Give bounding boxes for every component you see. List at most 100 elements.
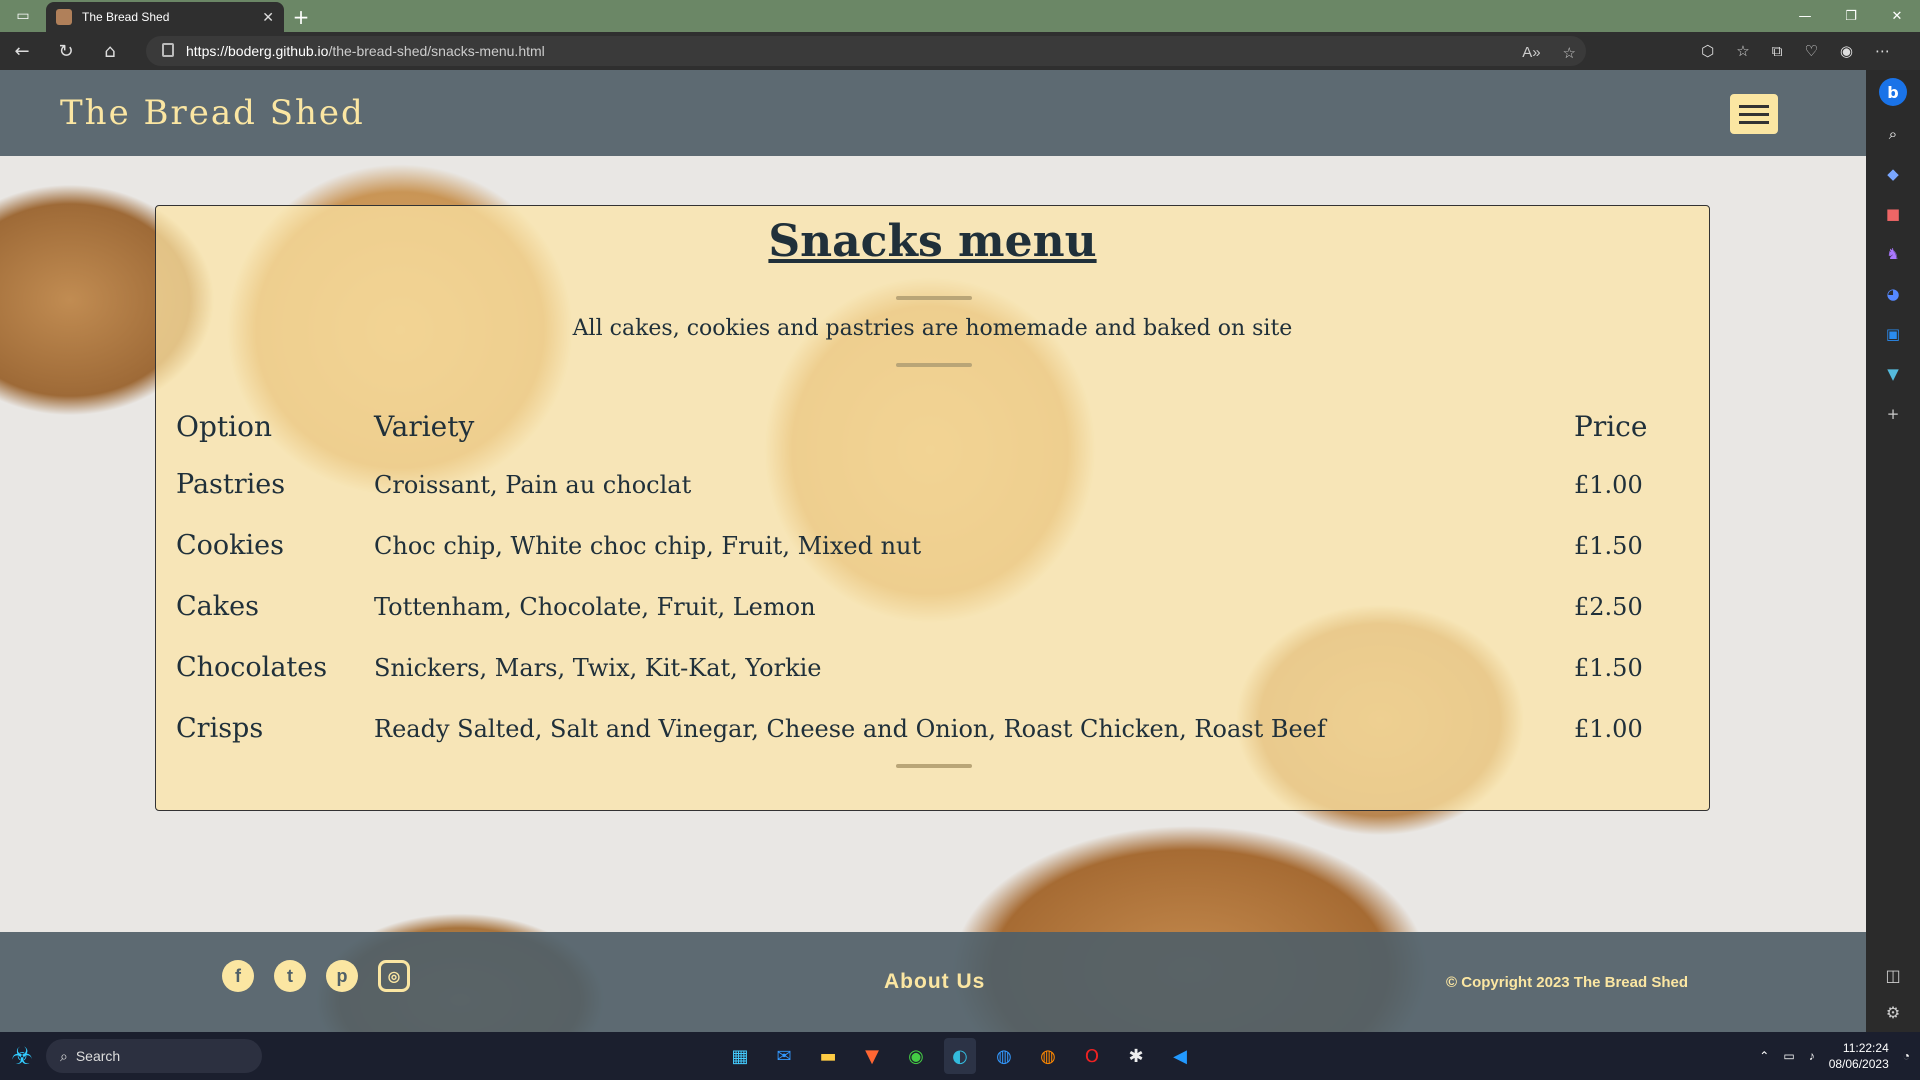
column-header-price: Price [1574, 409, 1648, 443]
more-options-icon[interactable]: ⋯ [1875, 42, 1890, 60]
table-header-row: Option Variety Price [176, 398, 1686, 454]
settings-gear-icon[interactable]: ⚙ [1886, 1003, 1900, 1022]
snacks-table: Option Variety Price Pastries Croissant,… [176, 398, 1686, 759]
back-icon[interactable]: ← [0, 32, 44, 70]
variety-cell: Snickers, Mars, Twix, Kit-Kat, Yorkie [374, 653, 822, 682]
site-title[interactable]: The Bread Shed [60, 93, 365, 133]
address-bar[interactable]: https://boderg.github.io/the-bread-shed/… [146, 36, 1586, 66]
home-icon[interactable]: ⌂ [88, 32, 132, 70]
variety-cell: Choc chip, White choc chip, Fruit, Mixed… [374, 531, 922, 560]
window-controls: — ❐ ✕ [1782, 0, 1920, 32]
table-row: Crisps Ready Salted, Salt and Vinegar, C… [176, 698, 1686, 759]
add-icon[interactable]: + [1881, 402, 1905, 426]
restore-icon[interactable]: ❐ [1828, 0, 1874, 32]
new-tab-button[interactable]: + [284, 2, 318, 32]
pinterest-icon[interactable]: p [326, 960, 358, 992]
menu-heading: Snacks menu [768, 216, 1097, 267]
mail-icon[interactable]: ✉ [768, 1038, 800, 1074]
chevron-up-icon[interactable]: ⌃ [1759, 1049, 1769, 1063]
firefox-dev-icon[interactable]: ◍ [988, 1038, 1020, 1074]
copyright-text: © Copyright 2023 The Bread Shed [1446, 974, 1688, 991]
option-cell: Crisps [176, 713, 264, 744]
system-tray: ⌃ ▭ ♪ 11:22:24 08/06/2023 ◔ [1759, 1032, 1910, 1080]
table-row: Cookies Choc chip, White choc chip, Frui… [176, 515, 1686, 576]
edge-sidebar: b ⌕ ◆ ■ ♞ ◕ ▣ ▼ + ◫ ⚙ [1866, 70, 1920, 1032]
collections-icon[interactable]: ⧉ [1772, 42, 1783, 60]
firefox-icon[interactable]: ◍ [1032, 1038, 1064, 1074]
start-logo-icon[interactable]: ☣ [2, 1036, 42, 1076]
option-cell: Pastries [176, 469, 286, 500]
windows-taskbar: ☣ ⌕ Search ▦ ✉ ▬ ▼ ◉ ◐ ◍ ◍ O ✱ ◀ ⌃ ▭ ♪ 1… [0, 1032, 1920, 1080]
search-icon: ⌕ [60, 1047, 68, 1064]
variety-cell: Tottenham, Chocolate, Fruit, Lemon [374, 592, 816, 621]
clock[interactable]: 11:22:24 08/06/2023 [1829, 1040, 1889, 1072]
taskbar-search[interactable]: ⌕ Search [46, 1039, 262, 1073]
column-header-option: Option [176, 409, 272, 443]
clock-time: 11:22:24 [1842, 1041, 1889, 1055]
bing-chat-icon[interactable]: b [1879, 78, 1907, 106]
shopping-tag-icon[interactable]: ◆ [1881, 162, 1905, 186]
store-icon[interactable]: ▦ [724, 1038, 756, 1074]
minimize-icon[interactable]: — [1782, 0, 1828, 32]
read-aloud-icon[interactable]: A» [1522, 44, 1540, 62]
tab-title: The Bread Shed [82, 10, 170, 24]
option-cell: Cookies [176, 530, 284, 561]
snacks-menu-panel: Snacks menu All cakes, cookies and pastr… [155, 205, 1710, 811]
taskbar-search-label: Search [75, 1048, 121, 1064]
url-path: /the-bread-shed/snacks-menu.html [328, 43, 545, 59]
price-cell: £1.00 [1574, 470, 1643, 499]
instagram-icon[interactable]: ◎ [378, 960, 410, 992]
brave-icon[interactable]: ▼ [856, 1038, 888, 1074]
outlook-icon[interactable]: ▣ [1881, 322, 1905, 346]
profile-icon[interactable]: ◉ [1840, 42, 1853, 60]
browser-tab[interactable]: The Bread Shed ✕ [46, 2, 284, 32]
price-cell: £1.00 [1574, 714, 1643, 743]
clock-date: 08/06/2023 [1828, 1057, 1889, 1071]
variety-cell: Ready Salted, Salt and Vinegar, Cheese a… [374, 714, 1326, 743]
close-tab-icon[interactable]: ✕ [262, 9, 274, 26]
games-icon[interactable]: ♞ [1881, 242, 1905, 266]
slack-icon[interactable]: ✱ [1120, 1038, 1152, 1074]
facebook-icon[interactable]: f [222, 960, 254, 992]
social-links: f t p ◎ [222, 960, 410, 992]
price-cell: £1.50 [1574, 531, 1643, 560]
site-header: The Bread Shed [0, 70, 1866, 156]
favorite-star-icon[interactable]: ☆ [1563, 44, 1576, 62]
option-cell: Chocolates [176, 652, 328, 683]
hamburger-menu-button[interactable] [1730, 94, 1778, 134]
tools-icon[interactable]: ■ [1881, 202, 1905, 226]
divider [896, 363, 972, 367]
price-cell: £2.50 [1574, 592, 1643, 621]
option-cell: Cakes [176, 591, 259, 622]
extensions-icon[interactable]: ⬡ [1701, 42, 1714, 60]
column-header-variety: Variety [374, 409, 475, 443]
twitter-icon[interactable]: t [274, 960, 306, 992]
url-domain: https://boderg.github.io [186, 43, 329, 59]
tab-actions-icon[interactable]: ▭ [0, 0, 46, 32]
notification-icon[interactable]: ◔ [1903, 1049, 1910, 1063]
address-toolbar: ← ↻ ⌂ https://boderg.github.io/the-bread… [0, 32, 1920, 70]
network-icon[interactable]: ▭ [1783, 1049, 1794, 1063]
table-row: Pastries Croissant, Pain au choclat £1.0… [176, 454, 1686, 515]
search-icon[interactable]: ⌕ [1881, 122, 1905, 146]
vscode-icon[interactable]: ◀ [1164, 1038, 1196, 1074]
file-explorer-icon[interactable]: ▬ [812, 1038, 844, 1074]
office-icon[interactable]: ◕ [1881, 282, 1905, 306]
table-row: Chocolates Snickers, Mars, Twix, Kit-Kat… [176, 637, 1686, 698]
chrome-icon[interactable]: ◉ [900, 1038, 932, 1074]
refresh-icon[interactable]: ↻ [44, 32, 88, 70]
edge-icon[interactable]: ◐ [944, 1038, 976, 1074]
opera-icon[interactable]: O [1076, 1038, 1108, 1074]
close-window-icon[interactable]: ✕ [1874, 0, 1920, 32]
volume-icon[interactable]: ♪ [1809, 1049, 1815, 1063]
about-us-link[interactable]: About Us [884, 970, 985, 994]
lock-icon [162, 43, 174, 57]
drop-icon[interactable]: ▼ [1881, 362, 1905, 386]
favorites-icon[interactable]: ☆ [1736, 42, 1749, 60]
browser-tab-bar: ▭ The Bread Shed ✕ + — ❐ ✕ [0, 0, 1920, 32]
divider [896, 296, 972, 300]
site-footer: f t p ◎ About Us © Copyright 2023 The Br… [0, 932, 1866, 1032]
sidebar-toggle-icon[interactable]: ◫ [1885, 966, 1900, 985]
table-row: Cakes Tottenham, Chocolate, Fruit, Lemon… [176, 576, 1686, 637]
performance-icon[interactable]: ♡ [1804, 42, 1817, 60]
